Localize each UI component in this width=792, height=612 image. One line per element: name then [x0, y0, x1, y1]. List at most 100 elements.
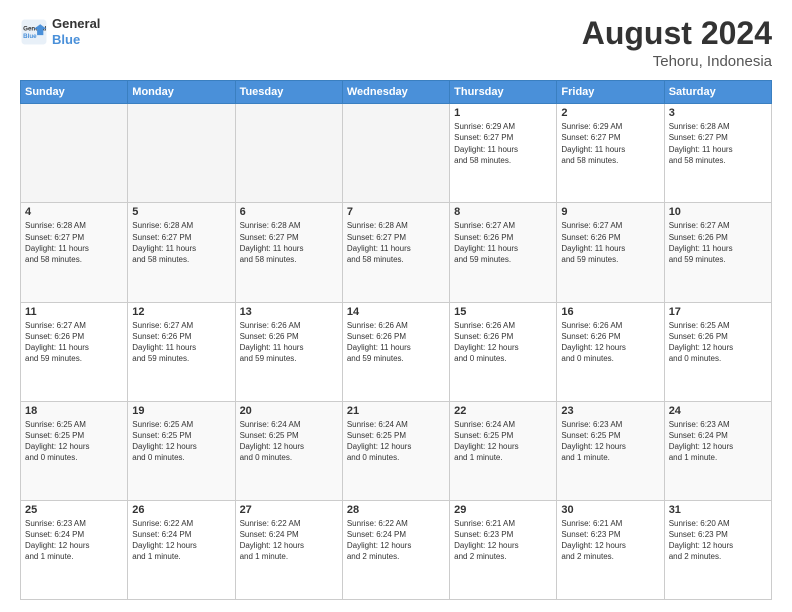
calendar-cell: 30 Sunrise: 6:21 AM Sunset: 6:23 PM Dayli…	[557, 500, 664, 599]
day-number: 5	[132, 206, 230, 218]
calendar-cell: 15 Sunrise: 6:26 AM Sunset: 6:26 PM Dayli…	[450, 302, 557, 401]
calendar-cell: 14Sunrise: 6:26 AM Sunset: 6:26 PM Dayli…	[342, 302, 449, 401]
day-info: Sunrise: 6:25 AM Sunset: 6:25 PM Dayligh…	[25, 419, 123, 464]
day-info: Sunrise: 6:23 AM Sunset: 6:24 PM Dayligh…	[669, 419, 767, 464]
day-info: Sunrise: 6:27 AM Sunset: 6:26 PM Dayligh…	[561, 220, 659, 265]
svg-text:Blue: Blue	[23, 33, 37, 40]
calendar-cell: 2 Sunrise: 6:29 AM Sunset: 6:27 PM Daylig…	[557, 104, 664, 203]
logo-line1: General	[52, 16, 100, 32]
day-number: 20	[240, 405, 338, 417]
day-info: Sunrise: 6:22 AM Sunset: 6:24 PM Dayligh…	[132, 518, 230, 563]
day-info: Sunrise: 6:21 AM Sunset: 6:23 PM Dayligh…	[454, 518, 552, 563]
calendar-header-wednesday: Wednesday	[342, 81, 449, 104]
subtitle: Tehoru, Indonesia	[582, 53, 772, 70]
day-info: Sunrise: 6:28 AM Sunset: 6:27 PM Dayligh…	[669, 121, 767, 166]
calendar-header-tuesday: Tuesday	[235, 81, 342, 104]
calendar-cell: 13 Sunrise: 6:26 AM Sunset: 6:26 PM Dayli…	[235, 302, 342, 401]
day-number: 19	[132, 405, 230, 417]
calendar-cell: 4 Sunrise: 6:28 AM Sunset: 6:27 PM Daylig…	[21, 203, 128, 302]
day-info: Sunrise: 6:22 AM Sunset: 6:24 PM Dayligh…	[240, 518, 338, 563]
logo: General Blue General Blue	[20, 16, 100, 47]
day-info: Sunrise: 6:20 AM Sunset: 6:23 PM Dayligh…	[669, 518, 767, 563]
day-number: 11	[25, 306, 123, 318]
calendar-cell: 6 Sunrise: 6:28 AM Sunset: 6:27 PM Daylig…	[235, 203, 342, 302]
day-info: Sunrise: 6:27 AM Sunset: 6:26 PM Dayligh…	[25, 320, 123, 365]
calendar-cell: 28Sunrise: 6:22 AM Sunset: 6:24 PM Dayli…	[342, 500, 449, 599]
day-number: 18	[25, 405, 123, 417]
day-info: Sunrise: 6:26 AM Sunset: 6:26 PM Dayligh…	[347, 320, 445, 365]
day-number: 30	[561, 504, 659, 516]
day-number: 4	[25, 206, 123, 218]
calendar-cell: 12 Sunrise: 6:27 AM Sunset: 6:26 PM Dayli…	[128, 302, 235, 401]
calendar-cell: 10 Sunrise: 6:27 AM Sunset: 6:26 PM Dayli…	[664, 203, 771, 302]
calendar-cell: 27 Sunrise: 6:22 AM Sunset: 6:24 PM Dayli…	[235, 500, 342, 599]
calendar-cell: 16 Sunrise: 6:26 AM Sunset: 6:26 PM Dayli…	[557, 302, 664, 401]
header: General Blue General Blue August 2024 Te…	[20, 16, 772, 70]
page: General Blue General Blue August 2024 Te…	[0, 0, 792, 612]
calendar-cell: 5 Sunrise: 6:28 AM Sunset: 6:27 PM Daylig…	[128, 203, 235, 302]
day-info: Sunrise: 6:28 AM Sunset: 6:27 PM Dayligh…	[132, 220, 230, 265]
day-info: Sunrise: 6:26 AM Sunset: 6:26 PM Dayligh…	[454, 320, 552, 365]
day-info: Sunrise: 6:21 AM Sunset: 6:23 PM Dayligh…	[561, 518, 659, 563]
day-info: Sunrise: 6:27 AM Sunset: 6:26 PM Dayligh…	[669, 220, 767, 265]
day-info: Sunrise: 6:26 AM Sunset: 6:26 PM Dayligh…	[240, 320, 338, 365]
day-number: 29	[454, 504, 552, 516]
day-number: 10	[669, 206, 767, 218]
calendar-cell: 24 Sunrise: 6:23 AM Sunset: 6:24 PM Dayli…	[664, 401, 771, 500]
calendar-cell	[235, 104, 342, 203]
day-info: Sunrise: 6:27 AM Sunset: 6:26 PM Dayligh…	[132, 320, 230, 365]
day-number: 2	[561, 107, 659, 119]
day-info: Sunrise: 6:24 AM Sunset: 6:25 PM Dayligh…	[347, 419, 445, 464]
calendar-cell: 18 Sunrise: 6:25 AM Sunset: 6:25 PM Dayli…	[21, 401, 128, 500]
calendar-cell: 8Sunrise: 6:27 AM Sunset: 6:26 PM Daylig…	[450, 203, 557, 302]
calendar-cell: 26Sunrise: 6:22 AM Sunset: 6:24 PM Dayli…	[128, 500, 235, 599]
day-info: Sunrise: 6:23 AM Sunset: 6:25 PM Dayligh…	[561, 419, 659, 464]
day-number: 24	[669, 405, 767, 417]
logo-line2: Blue	[52, 32, 100, 48]
day-info: Sunrise: 6:28 AM Sunset: 6:27 PM Dayligh…	[240, 220, 338, 265]
day-number: 13	[240, 306, 338, 318]
calendar-cell	[128, 104, 235, 203]
calendar-week-3: 11 Sunrise: 6:27 AM Sunset: 6:26 PM Dayli…	[21, 302, 772, 401]
calendar-cell	[342, 104, 449, 203]
calendar-cell: 21 Sunrise: 6:24 AM Sunset: 6:25 PM Dayli…	[342, 401, 449, 500]
day-number: 7	[347, 206, 445, 218]
day-info: Sunrise: 6:22 AM Sunset: 6:24 PM Dayligh…	[347, 518, 445, 563]
day-number: 22	[454, 405, 552, 417]
day-number: 6	[240, 206, 338, 218]
calendar-table: SundayMondayTuesdayWednesdayThursdayFrid…	[20, 80, 772, 600]
calendar-header-row: SundayMondayTuesdayWednesdayThursdayFrid…	[21, 81, 772, 104]
day-number: 15	[454, 306, 552, 318]
calendar-header-sunday: Sunday	[21, 81, 128, 104]
day-number: 12	[132, 306, 230, 318]
title-block: August 2024 Tehoru, Indonesia	[582, 16, 772, 70]
calendar-cell: 29 Sunrise: 6:21 AM Sunset: 6:23 PM Dayli…	[450, 500, 557, 599]
day-number: 16	[561, 306, 659, 318]
calendar-cell: 20Sunrise: 6:24 AM Sunset: 6:25 PM Dayli…	[235, 401, 342, 500]
calendar-cell	[21, 104, 128, 203]
day-number: 23	[561, 405, 659, 417]
day-info: Sunrise: 6:26 AM Sunset: 6:26 PM Dayligh…	[561, 320, 659, 365]
calendar-week-1: 1 Sunrise: 6:29 AM Sunset: 6:27 PM Daylig…	[21, 104, 772, 203]
calendar-header-saturday: Saturday	[664, 81, 771, 104]
day-info: Sunrise: 6:25 AM Sunset: 6:26 PM Dayligh…	[669, 320, 767, 365]
calendar-header-thursday: Thursday	[450, 81, 557, 104]
day-info: Sunrise: 6:28 AM Sunset: 6:27 PM Dayligh…	[25, 220, 123, 265]
day-info: Sunrise: 6:23 AM Sunset: 6:24 PM Dayligh…	[25, 518, 123, 563]
logo-text: General Blue	[52, 16, 100, 47]
main-title: August 2024	[582, 16, 772, 51]
day-info: Sunrise: 6:29 AM Sunset: 6:27 PM Dayligh…	[454, 121, 552, 166]
day-info: Sunrise: 6:28 AM Sunset: 6:27 PM Dayligh…	[347, 220, 445, 265]
day-number: 27	[240, 504, 338, 516]
calendar-cell: 1 Sunrise: 6:29 AM Sunset: 6:27 PM Daylig…	[450, 104, 557, 203]
day-number: 9	[561, 206, 659, 218]
day-number: 25	[25, 504, 123, 516]
calendar-cell: 11 Sunrise: 6:27 AM Sunset: 6:26 PM Dayli…	[21, 302, 128, 401]
day-number: 31	[669, 504, 767, 516]
day-number: 21	[347, 405, 445, 417]
day-info: Sunrise: 6:29 AM Sunset: 6:27 PM Dayligh…	[561, 121, 659, 166]
day-number: 1	[454, 107, 552, 119]
day-number: 17	[669, 306, 767, 318]
calendar-week-2: 4 Sunrise: 6:28 AM Sunset: 6:27 PM Daylig…	[21, 203, 772, 302]
calendar-cell: 17 Sunrise: 6:25 AM Sunset: 6:26 PM Dayli…	[664, 302, 771, 401]
